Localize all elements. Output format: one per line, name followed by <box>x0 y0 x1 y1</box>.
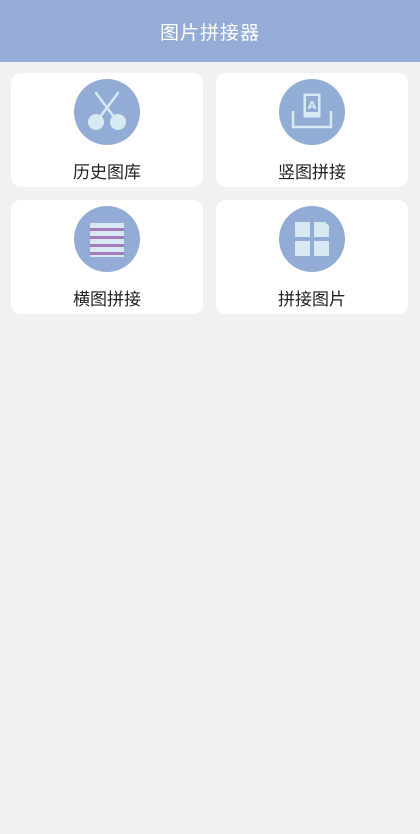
horizontal-stitch-label: 横图拼接 <box>73 290 141 310</box>
app-header: 图片拼接器 <box>0 0 420 62</box>
history-gallery-label: 历史图库 <box>73 163 141 183</box>
stitch-images-label: 拼接图片 <box>278 290 346 310</box>
stacked-bars-icon <box>74 206 140 272</box>
scissors-icon <box>74 79 140 145</box>
history-gallery-button[interactable]: 历史图库 <box>11 73 203 187</box>
stitch-images-button[interactable]: 拼接图片 <box>216 200 408 314</box>
portrait-frame-icon: A <box>279 79 345 145</box>
svg-text:A: A <box>308 99 317 112</box>
vertical-stitch-button[interactable]: A 竖图拼接 <box>216 73 408 187</box>
vertical-stitch-label: 竖图拼接 <box>278 163 346 183</box>
menu-grid: 历史图库 A 竖图拼接 横图拼接 拼接图片 <box>11 73 409 314</box>
horizontal-stitch-button[interactable]: 横图拼接 <box>11 200 203 314</box>
page-title: 图片拼接器 <box>159 21 260 44</box>
grid-tiles-icon <box>279 206 345 272</box>
